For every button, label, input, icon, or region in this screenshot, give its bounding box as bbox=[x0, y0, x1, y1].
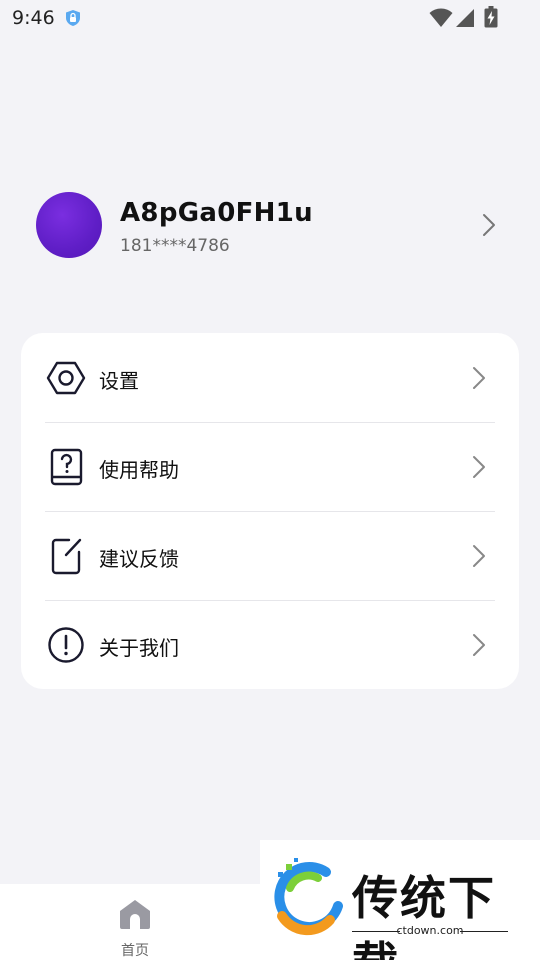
status-time: 9:46 bbox=[12, 7, 55, 29]
signal-icon bbox=[456, 9, 474, 27]
watermark-title: 传统下载 bbox=[352, 871, 496, 960]
menu-item-label: 关于我们 bbox=[99, 636, 179, 660]
menu-item-about[interactable]: 关于我们 bbox=[21, 600, 519, 689]
nav-home-tab[interactable]: 首页 bbox=[100, 894, 170, 959]
watermark-logo-icon bbox=[274, 858, 343, 936]
wifi-icon bbox=[429, 8, 453, 27]
profile-phone: 181****4786 bbox=[120, 236, 230, 256]
chevron-right-icon[interactable] bbox=[480, 212, 498, 238]
battery-charging-icon bbox=[484, 6, 498, 28]
site-watermark: 传统下载 ctdown.com bbox=[260, 840, 540, 960]
menu-card: 设置 使用帮助 建议反馈 关于我们 bbox=[21, 333, 519, 689]
chevron-right-icon bbox=[473, 456, 485, 478]
home-icon bbox=[120, 900, 150, 929]
help-book-icon bbox=[50, 448, 83, 486]
settings-hexagon-icon bbox=[46, 361, 86, 395]
edit-feedback-icon bbox=[51, 538, 82, 575]
menu-item-settings[interactable]: 设置 bbox=[21, 333, 519, 422]
divider bbox=[460, 931, 508, 932]
profile-header[interactable]: A8pGa0FH1u 181****4786 bbox=[0, 180, 540, 270]
status-bar: 9:46 bbox=[0, 0, 540, 36]
menu-item-label: 设置 bbox=[99, 369, 139, 393]
profile-username: A8pGa0FH1u bbox=[120, 198, 313, 228]
menu-item-feedback[interactable]: 建议反馈 bbox=[21, 511, 519, 600]
chevron-right-icon bbox=[473, 545, 485, 567]
nav-home-label: 首页 bbox=[121, 943, 149, 959]
shield-lock-icon bbox=[66, 10, 80, 26]
menu-item-help[interactable]: 使用帮助 bbox=[21, 422, 519, 511]
menu-item-label: 使用帮助 bbox=[99, 458, 179, 482]
chevron-right-icon bbox=[473, 634, 485, 656]
chevron-right-icon bbox=[473, 367, 485, 389]
menu-item-label: 建议反馈 bbox=[99, 547, 179, 571]
info-exclamation-icon bbox=[48, 627, 84, 663]
avatar[interactable] bbox=[36, 192, 102, 258]
